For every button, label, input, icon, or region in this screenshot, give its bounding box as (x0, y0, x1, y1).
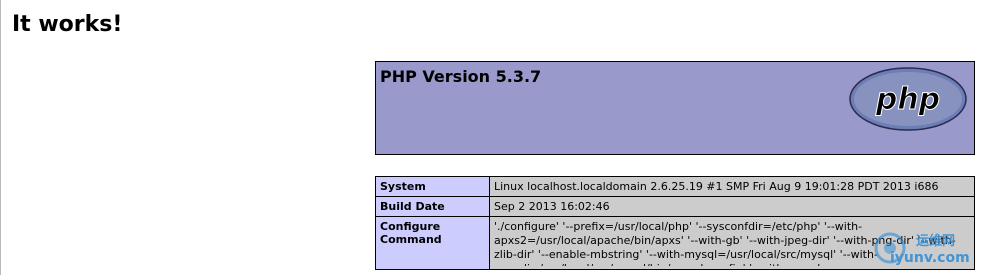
left-border (0, 0, 1, 275)
row-key: Configure Command (375, 216, 490, 270)
row-value: Linux localhost.localdomain 2.6.25.19 #1… (489, 176, 975, 197)
watermark: 运维网 iyunv.com (870, 228, 980, 274)
php-logo-text: php (875, 82, 940, 117)
row-key: System (375, 176, 490, 197)
row-key: Build Date (375, 196, 490, 217)
php-version-title: PHP Version 5.3.7 (380, 67, 542, 86)
php-logo-icon: php (849, 67, 967, 131)
table-row: Build Date Sep 2 2013 16:02:46 (375, 196, 975, 217)
page-title: It works! (12, 12, 123, 37)
watermark-chinese-text: 运维网 (916, 234, 956, 249)
watermark-url-text: iyunv.com (890, 250, 970, 266)
php-version-header: PHP Version 5.3.7 php (375, 61, 975, 155)
row-value: Sep 2 2013 16:02:46 (489, 196, 975, 217)
table-row: System Linux localhost.localdomain 2.6.2… (375, 176, 975, 197)
